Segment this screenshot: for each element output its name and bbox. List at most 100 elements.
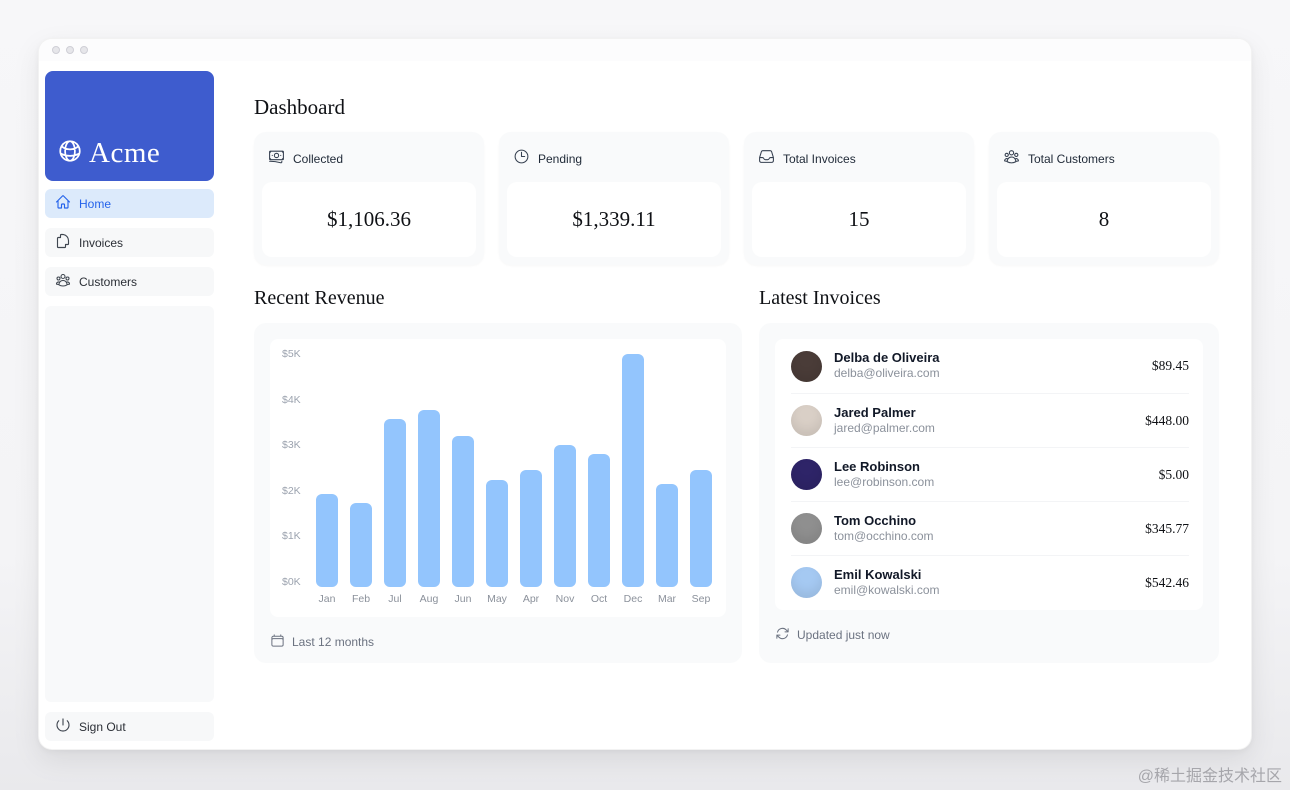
customer-name: Delba de Oliveira (834, 350, 940, 366)
stat-card-label: Total Customers (1028, 152, 1115, 166)
app-window: Acme Home Invoices Customers Sign Out Da… (38, 38, 1252, 750)
invoice-amount: $345.77 (1145, 520, 1189, 536)
banknotes-icon (268, 148, 285, 170)
window-control-dot[interactable] (80, 46, 88, 54)
revenue-bar (520, 470, 542, 587)
y-tick-label: $5K (282, 348, 301, 360)
invoice-row: Emil Kowalski emil@kowalski.com $542.46 (791, 555, 1189, 609)
invoice-amount: $89.45 (1151, 358, 1189, 373)
bar-column: Jul (384, 349, 406, 610)
acme-logo[interactable]: Acme (45, 71, 214, 181)
sign-out-label: Sign Out (79, 719, 126, 734)
customer-email: lee@robinson.com (834, 474, 935, 489)
revenue-bar (486, 480, 508, 587)
stat-card-total-customers: Total Customers 8 (989, 132, 1219, 265)
stat-card-label: Pending (538, 152, 583, 166)
month-label: Nov (555, 593, 575, 605)
revenue-bar (656, 484, 678, 587)
month-label: May (487, 593, 507, 605)
sidebar-item-customers[interactable]: Customers (45, 267, 214, 296)
y-tick-label: $1K (282, 530, 301, 542)
recent-revenue-section: Recent Revenue $5K $4K $3K $2K $1K $0K Jan Feb… (254, 287, 742, 663)
invoice-row: Tom Occhino tom@occhino.com $345.77 (791, 501, 1189, 555)
customer-name: Jared Palmer (834, 404, 916, 420)
y-tick-label: $4K (282, 393, 301, 406)
home-icon (55, 194, 71, 213)
invoice-amount: $542.46 (1145, 574, 1189, 590)
chart-footer-label: Last 12 months (292, 635, 375, 649)
revenue-chart-panel: $5K $4K $3K $2K $1K $0K Jan Feb Jul Aug Jun May Apr… (254, 323, 742, 663)
stat-card-label: Collected (293, 152, 344, 166)
customer-email: emil@kowalski.com (834, 582, 940, 597)
revenue-bar (418, 410, 440, 587)
window-control-dot[interactable] (66, 46, 74, 54)
sidebar-item-invoices[interactable]: Invoices (45, 228, 214, 257)
month-label: Oct (590, 593, 608, 605)
chart-bars: Jan Feb Jul Aug Jun May Apr Nov Oct Dec Mar Sep (316, 349, 712, 610)
bar-column: Nov (554, 349, 576, 610)
stat-card-label: Total Invoices (783, 152, 856, 166)
sidebar-filler (45, 306, 214, 702)
stat-card-total-invoices: Total Invoices 15 (744, 132, 974, 265)
user-group-icon (1003, 148, 1020, 170)
bar-column: Oct (588, 349, 610, 610)
y-tick-label: $3K (282, 439, 301, 451)
stat-card-collected: Collected $1,106.36 (254, 132, 484, 265)
bar-column: Apr (520, 349, 542, 610)
page-title: Dashboard (254, 95, 345, 119)
globe-icon (57, 138, 83, 169)
bar-column: Aug (418, 349, 440, 610)
invoices-title: Latest Invoices (759, 287, 881, 309)
customer-email: tom@occhino.com (834, 528, 934, 543)
inbox-icon (758, 148, 775, 170)
stat-card-value: $1,106.36 (262, 182, 476, 257)
month-label: Jan (318, 593, 336, 605)
user-group-icon (55, 272, 71, 291)
window-control-dot[interactable] (52, 46, 60, 54)
customer-name: Tom Occhino (834, 512, 917, 528)
avatar (791, 405, 822, 436)
stat-card-pending: Pending $1,339.11 (499, 132, 729, 265)
invoice-row: Delba de Oliveira delba@oliveira.com $89… (791, 339, 1189, 393)
sidebar-item-label: Home (79, 196, 112, 211)
month-label: Mar (657, 593, 677, 605)
month-label: Jul (388, 593, 402, 605)
bar-column: Sep (690, 349, 712, 610)
revenue-bar (350, 503, 372, 587)
revenue-bar (554, 445, 576, 587)
month-label: Aug (419, 593, 439, 605)
stat-card-value: 15 (752, 182, 966, 257)
sign-out-button[interactable]: Sign Out (45, 712, 214, 741)
latest-invoices-section: Latest Invoices Delba de Oliveira delba@… (759, 287, 1219, 663)
month-label: Sep (691, 593, 711, 605)
invoice-row: Lee Robinson lee@robinson.com $5.00 (791, 447, 1189, 501)
revenue-bar (384, 419, 406, 587)
sidebar-item-home[interactable]: Home (45, 189, 214, 218)
invoice-row: Jared Palmer jared@palmer.com $448.00 (791, 393, 1189, 447)
customer-name: Emil Kowalski (834, 566, 922, 582)
y-tick-label: $0K (282, 575, 301, 588)
invoices-footer: Updated just now (775, 626, 1203, 644)
bar-column: Mar (656, 349, 678, 610)
avatar (791, 567, 822, 598)
document-duplicate-icon (55, 233, 71, 252)
invoices-footer-label: Updated just now (797, 628, 890, 642)
bar-column: Feb (350, 349, 372, 610)
revenue-bar (316, 494, 338, 587)
latest-invoices-panel: Delba de Oliveira delba@oliveira.com $89… (759, 323, 1219, 663)
avatar (791, 350, 822, 382)
bar-column: May (486, 349, 508, 610)
stat-card-value: $1,339.11 (507, 182, 721, 257)
customer-email: delba@oliveira.com (834, 366, 940, 381)
window-titlebar (39, 39, 1251, 61)
month-label: Dec (623, 593, 643, 605)
calendar-icon (270, 633, 285, 651)
avatar (791, 459, 822, 490)
revenue-title: Recent Revenue (254, 287, 385, 309)
sidebar-item-label: Customers (79, 274, 138, 289)
sidebar: Acme Home Invoices Customers Sign Out (39, 61, 214, 749)
watermark: @稀土掘金技术社区 (1137, 768, 1282, 785)
bar-column: Dec (622, 349, 644, 610)
chart-y-axis: $5K $4K $3K $2K $1K $0K (282, 349, 308, 587)
stat-card-value: 8 (997, 182, 1211, 257)
